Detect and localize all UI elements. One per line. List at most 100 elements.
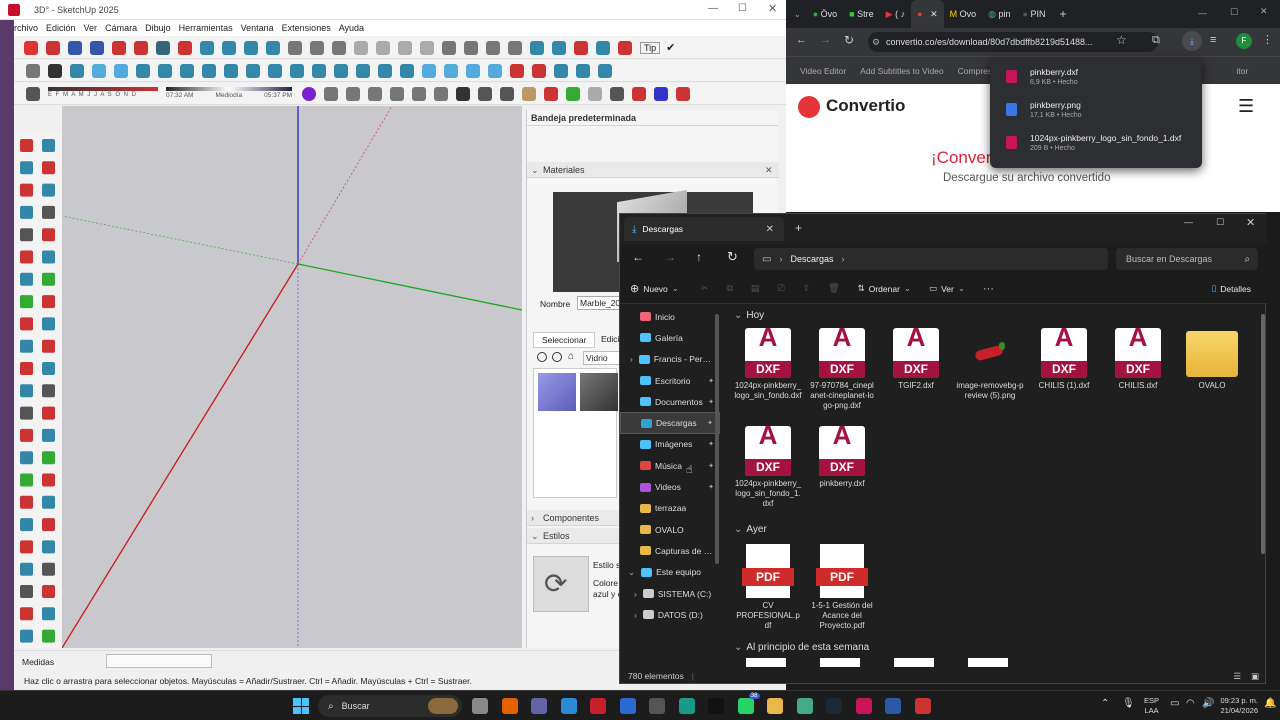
layers-icon[interactable] [466,63,480,78]
download-item[interactable]: pinkberry.dxf 6,9 KB • Hecho [990,60,1202,93]
shaded-icon[interactable] [136,63,150,78]
tab-stream[interactable]: ■ Stre [843,0,879,28]
download-item[interactable]: pinkberry.png 17,1 KB • Hecho [990,93,1202,126]
sidebar-item-onedrive[interactable]: › Francis - Person [620,349,720,370]
3d-viewport[interactable] [61,105,523,649]
pin-icon[interactable]: ✦ [708,440,714,448]
file-item[interactable]: A DXF TGIF2.dxf [882,328,950,391]
view-button[interactable]: ▭ Ver ⌄ [929,283,965,294]
palette-tool-icon[interactable] [42,495,55,509]
bookmark-star-icon[interactable]: ☆ [1116,33,1127,47]
sandbox-icon[interactable] [530,40,544,55]
3d-text-icon[interactable] [598,63,612,78]
back-view-icon[interactable] [246,63,260,78]
rename-icon[interactable]: ⎚ [777,283,784,294]
subtract-icon[interactable] [266,40,280,55]
palette-tool-icon[interactable] [42,183,55,197]
select-tool-icon[interactable] [24,40,38,55]
menu-extensiones[interactable]: Extensiones [282,23,331,33]
sidebar-item-videos[interactable]: Videos ✦ [620,476,720,497]
walk-icon[interactable] [156,40,170,55]
bookmark-video-editor[interactable]: Video Editor [800,66,846,76]
palette-tool-icon[interactable] [42,250,55,264]
copy-icon[interactable] [376,40,390,55]
document-icon[interactable] [26,63,40,78]
tiktok-icon[interactable] [708,698,724,714]
sidebar-item-capturas[interactable]: Capturas de par [620,540,720,561]
materials-panel-header[interactable]: Materiales ⌄ ✕ [527,162,779,178]
terrain-icon[interactable] [588,86,602,101]
box-icon[interactable] [324,86,338,101]
wireframe-icon[interactable] [290,63,304,78]
outliner-icon[interactable] [488,63,502,78]
pin-icon[interactable]: ✦ [708,398,714,406]
extensions-icon[interactable]: ⧉ [1152,34,1160,47]
sidebar-item-escritorio[interactable]: Escritorio ✦ [620,370,720,391]
previous-view-icon[interactable] [134,40,148,55]
palette-tool-icon[interactable] [20,562,33,576]
palette-tool-icon[interactable] [20,384,33,398]
material-swatch-glass-grey[interactable] [580,373,618,411]
geo-location-icon[interactable] [510,63,524,78]
tab-search-icon[interactable]: ⌄ [794,10,801,19]
extension-icon[interactable] [914,698,931,714]
clock[interactable]: 09:23 p. m. 21/04/2026 [1210,696,1258,716]
hidden-line-icon[interactable] [312,63,326,78]
photo-texture-icon[interactable] [554,63,568,78]
sidebar-scrollbar[interactable] [715,314,719,564]
microphone-icon[interactable]: 🎙 [1122,698,1135,709]
user-icon[interactable] [48,63,62,78]
union-icon[interactable] [244,40,258,55]
pin-icon[interactable]: ✦ [707,419,713,427]
pin-icon[interactable]: ✦ [708,483,714,491]
sidebar-item-terrazaa[interactable]: terrazaa [620,498,720,519]
refresh-icon[interactable]: ↻ [727,249,738,265]
palette-tool-icon[interactable] [42,473,55,487]
notification-bell-icon[interactable]: 🔔 [1264,698,1276,709]
maximize-icon[interactable]: ☐ [1216,217,1224,228]
move-axis-icon[interactable] [632,86,646,101]
add-detail-icon[interactable] [596,40,610,55]
autodesk-icon[interactable] [855,698,872,714]
new-button[interactable]: ⊕ Nuevo ⌄ [630,282,679,295]
clock-icon[interactable] [434,86,448,101]
forward-icon[interactable]: → [664,250,676,264]
teams-icon[interactable] [531,698,547,714]
add-location-icon[interactable] [532,63,546,78]
group-header-yesterday[interactable]: ⌄ Ayer [734,524,767,535]
camera-icon[interactable] [412,86,426,101]
zoom-window-icon[interactable] [90,40,104,55]
tips-field[interactable]: Tip [640,41,661,54]
tiles-view-icon[interactable]: ▣ [1251,671,1259,682]
file-item[interactable]: A DXF 97-970784_cineplanet-cineplanet-logo… [808,328,876,411]
tab-convertio-active[interactable]: ● ✕ [911,0,944,28]
pencil-icon[interactable] [576,63,590,78]
palette-tool-icon[interactable] [20,495,33,509]
content-scrollbar[interactable] [1261,314,1265,554]
back-icon[interactable]: ← [796,34,807,46]
sidebar-item-musica[interactable]: Música ✦ [620,455,720,476]
show-hidden-icons-icon[interactable]: ⌃ [1101,698,1109,709]
group-header-this-week[interactable]: ⌄ Al principio de esta semana [734,642,869,653]
close-tab-icon[interactable]: ✕ [930,9,938,20]
back-edges-icon[interactable] [114,63,128,78]
cut-icon[interactable] [354,40,368,55]
sidebar-item-este-equipo[interactable]: ⌄ Este equipo [620,562,720,583]
palette-tool-icon[interactable] [20,406,33,420]
shadow-settings-icon[interactable] [26,86,40,101]
forward-icon[interactable]: → [820,34,831,46]
gear-icon[interactable] [456,86,470,101]
file-manager-icon[interactable] [472,698,488,714]
group-icon[interactable] [444,63,458,78]
minimize-icon[interactable]: — [1184,217,1193,227]
new-tab-icon[interactable]: + [795,221,802,235]
undo-icon[interactable] [442,40,456,55]
sphere-icon[interactable] [346,86,360,101]
tree-icon[interactable] [566,86,580,101]
palette-tool-icon[interactable] [20,540,33,554]
profile-builder-icon[interactable] [302,86,316,101]
close-tab-icon[interactable]: ✕ [766,224,774,235]
delete-icon[interactable]: 🗑 [828,283,839,294]
warehouse-icon[interactable] [334,63,348,78]
left-view-icon[interactable] [268,63,282,78]
